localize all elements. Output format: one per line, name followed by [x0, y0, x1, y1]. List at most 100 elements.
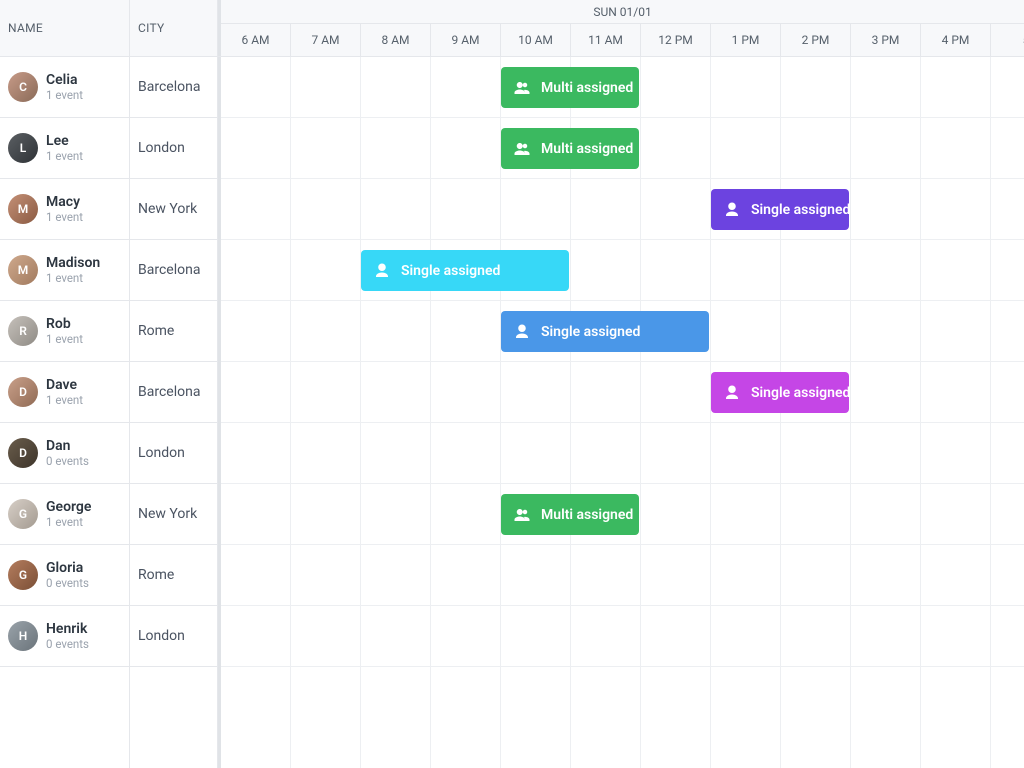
hour-header-cell[interactable]: 9 AM	[431, 24, 501, 56]
resource-text: Henrik0 events	[46, 621, 89, 652]
avatar: M	[8, 194, 38, 224]
city-cell[interactable]: Rome	[130, 301, 217, 362]
resource-row[interactable]: M Macy1 event	[0, 179, 129, 240]
event-multi-assigned[interactable]: Multi assigned	[501, 494, 639, 535]
event-label: Single assigned	[541, 324, 640, 340]
timeline-row[interactable]: Multi assigned	[221, 57, 1024, 118]
hour-header-cell[interactable]: 11 AM	[571, 24, 641, 56]
timeline-header: SUN 01/01 6 AM7 AM8 AM9 AM10 AM11 AM12 P…	[218, 0, 1024, 56]
event-multi-assigned[interactable]: Multi assigned	[501, 67, 639, 108]
city-text: Barcelona	[138, 262, 200, 278]
locked-columns-header: NAME CITY	[0, 0, 218, 56]
hour-header-cell[interactable]: 8 AM	[361, 24, 431, 56]
resource-row[interactable]: L Lee1 event	[0, 118, 129, 179]
city-cell[interactable]: Barcelona	[130, 362, 217, 423]
event-single-assigned[interactable]: Single assigned	[711, 189, 849, 230]
timeline-row[interactable]	[221, 423, 1024, 484]
resource-name: Rob	[46, 316, 83, 333]
city-text: Barcelona	[138, 384, 200, 400]
resource-text: Lee1 event	[46, 133, 83, 164]
resource-text: Celia1 event	[46, 72, 83, 103]
resource-text: Macy1 event	[46, 194, 83, 225]
resource-text: Dan0 events	[46, 438, 89, 469]
column-header-city[interactable]: CITY	[130, 0, 218, 56]
resource-text: George1 event	[46, 499, 91, 530]
event-label: Multi assigned	[541, 80, 633, 96]
timeline-row[interactable]: Single assigned	[221, 240, 1024, 301]
resource-events-count: 1 event	[46, 150, 83, 164]
hour-header-cell[interactable]: 12 PM	[641, 24, 711, 56]
resource-row[interactable]: DDave1 event	[0, 362, 129, 423]
city-cell[interactable]: London	[130, 606, 217, 667]
event-label: Multi assigned	[541, 507, 633, 523]
city-cell[interactable]: Barcelona	[130, 240, 217, 301]
resource-row[interactable]: G George1 event	[0, 484, 129, 545]
city-cell[interactable]: London	[130, 118, 217, 179]
user-icon	[513, 323, 531, 341]
avatar: D	[8, 438, 38, 468]
event-label: Single assigned	[401, 263, 500, 279]
event-single-assigned[interactable]: Single assigned	[361, 250, 569, 291]
resource-row[interactable]: D Dan0 events	[0, 423, 129, 484]
hour-header-cell[interactable]: 7 AM	[291, 24, 361, 56]
column-header-name[interactable]: NAME	[0, 0, 130, 56]
resource-row[interactable]: HHenrik0 events	[0, 606, 129, 667]
city-text: Barcelona	[138, 79, 200, 95]
timeline-rows: Multi assigned Multi assigned Single assig…	[221, 57, 1024, 768]
city-text: New York	[138, 506, 197, 522]
user-icon	[373, 262, 391, 280]
resource-row[interactable]: GGloria0 events	[0, 545, 129, 606]
resource-row[interactable]: C Celia1 event	[0, 57, 129, 118]
hour-header-cell[interactable]: 6 AM	[221, 24, 291, 56]
event-multi-assigned[interactable]: Multi assigned	[501, 128, 639, 169]
resource-name: Dan	[46, 438, 89, 455]
hour-header-cell[interactable]: 4 PM	[921, 24, 991, 56]
resource-row[interactable]: MMadison1 event	[0, 240, 129, 301]
users-icon	[513, 506, 531, 524]
hour-header-cell[interactable]: 10 AM	[501, 24, 571, 56]
timeline-body[interactable]: Multi assigned Multi assigned Single assig…	[218, 57, 1024, 768]
city-cell[interactable]: New York	[130, 179, 217, 240]
resource-events-count: 0 events	[46, 577, 89, 591]
cities-column: Barcelona London New York Barcelona Rome Barc…	[130, 57, 218, 768]
event-single-assigned[interactable]: Single assigned	[501, 311, 709, 352]
resource-name: Lee	[46, 133, 83, 150]
event-single-assigned[interactable]: Single assigned	[711, 372, 849, 413]
date-header[interactable]: SUN 01/01	[221, 0, 1024, 24]
timeline-row[interactable]: Single assigned	[221, 179, 1024, 240]
avatar: M	[8, 255, 38, 285]
city-cell[interactable]: Rome	[130, 545, 217, 606]
city-text: London	[138, 140, 185, 156]
city-text: Rome	[138, 567, 174, 583]
resource-name: Madison	[46, 255, 100, 272]
timeline-row[interactable]: Multi assigned	[221, 118, 1024, 179]
resource-name: Macy	[46, 194, 83, 211]
resources-column: CCelia1 eventLLee1 eventMMacy1 eventMMad…	[0, 57, 130, 768]
event-label: Single assigned	[751, 385, 850, 401]
hour-header-cell[interactable]: 1 PM	[711, 24, 781, 56]
users-icon	[513, 79, 531, 97]
hour-header-cell[interactable]: 3 PM	[851, 24, 921, 56]
city-text: Rome	[138, 323, 174, 339]
user-icon	[723, 201, 741, 219]
avatar: G	[8, 499, 38, 529]
timeline-row[interactable]: Multi assigned	[221, 484, 1024, 545]
city-cell[interactable]: Barcelona	[130, 57, 217, 118]
hour-header-cell[interactable]: 2 PM	[781, 24, 851, 56]
event-label: Single assigned	[751, 202, 850, 218]
resource-row[interactable]: RRob1 event	[0, 301, 129, 362]
timeline-row[interactable]	[221, 606, 1024, 667]
avatar: L	[8, 133, 38, 163]
hour-header-cell[interactable]: 5	[991, 24, 1024, 56]
timeline-row[interactable]: Single assigned	[221, 362, 1024, 423]
users-icon	[513, 140, 531, 158]
city-text: New York	[138, 201, 197, 217]
city-text: London	[138, 628, 185, 644]
scheduler-header: NAME CITY SUN 01/01 6 AM7 AM8 AM9 AM10 A…	[0, 0, 1024, 57]
city-cell[interactable]: London	[130, 423, 217, 484]
timeline-row[interactable]: Single assigned	[221, 301, 1024, 362]
timeline-row[interactable]	[221, 545, 1024, 606]
avatar: C	[8, 72, 38, 102]
city-cell[interactable]: New York	[130, 484, 217, 545]
resource-text: Rob1 event	[46, 316, 83, 347]
